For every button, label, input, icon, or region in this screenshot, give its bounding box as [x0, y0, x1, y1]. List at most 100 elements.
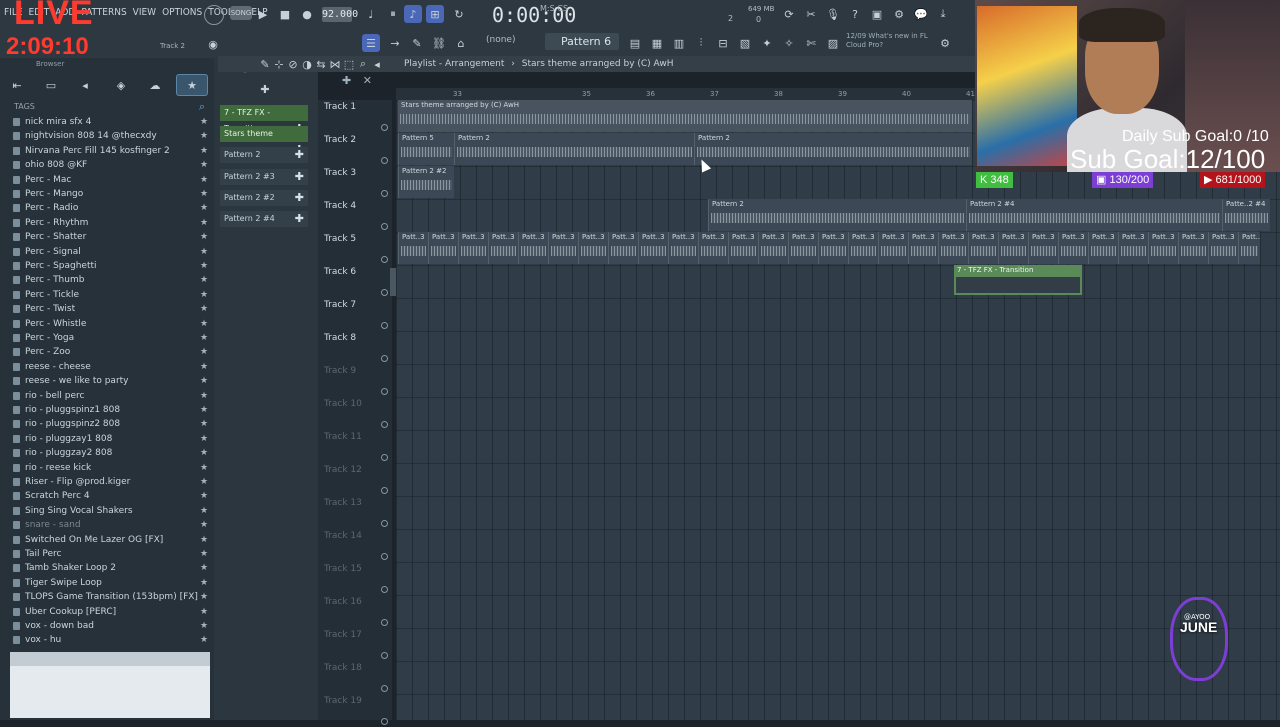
pattern-list-item[interactable]: Pattern 2 #4 ✚: [220, 211, 308, 227]
pattern-list-item[interactable]: Pattern 2 #3 ✚: [220, 168, 308, 185]
step-edit-icon[interactable]: ♪: [404, 5, 422, 23]
record-mode-icon[interactable]: [204, 5, 224, 25]
add-track-icon[interactable]: ✚: [342, 74, 351, 87]
pattern-clip[interactable]: Patt..3: [668, 232, 698, 264]
track-header[interactable]: Track 8: [318, 331, 392, 364]
snap-select[interactable]: (none): [486, 35, 515, 45]
help-icon[interactable]: ?: [846, 5, 864, 23]
track-header[interactable]: Track 17: [318, 628, 392, 661]
pattern-clip[interactable]: Patt..3: [758, 232, 788, 264]
pattern-clip[interactable]: Pattern 2: [708, 199, 966, 231]
pattern-clip[interactable]: Patt..3: [728, 232, 758, 264]
close-tracks-icon[interactable]: ✕: [363, 74, 372, 87]
pattern-clip[interactable]: Patt..3: [818, 232, 848, 264]
stop-icon[interactable]: ■: [276, 5, 294, 23]
pattern-clip[interactable]: Patt..3: [1148, 232, 1178, 264]
track-mute-icon[interactable]: [381, 190, 388, 197]
browser-plugin-icon[interactable]: ◂: [76, 76, 94, 94]
browser-item[interactable]: Tamb Shaker Loop 2 ★: [0, 561, 212, 575]
browser-item[interactable]: TLOPS Game Transition (153bpm) [FX] ★: [0, 590, 212, 604]
browser-item[interactable]: Perc - Zoo ★: [0, 345, 212, 359]
pattern-clip[interactable]: Patt..3: [638, 232, 668, 264]
browser-item[interactable]: reese - cheese ★: [0, 360, 212, 374]
browser-item[interactable]: Scratch Perc 4 ★: [0, 489, 212, 503]
track-mute-icon[interactable]: [381, 355, 388, 362]
pattern-clip[interactable]: Patt..3: [1178, 232, 1208, 264]
pattern-list-item[interactable]: Stars theme arrange..✚: [220, 126, 308, 156]
browser-item[interactable]: Perc - Spaghetti ★: [0, 259, 212, 273]
menu-options[interactable]: OPTIONS: [162, 7, 202, 18]
favorite-star-icon[interactable]: ★: [200, 129, 208, 143]
browser-item[interactable]: Switched On Me Lazer OG [FX] ★: [0, 533, 212, 547]
add-clip-icon[interactable]: ✚: [295, 190, 304, 206]
track-mute-icon[interactable]: [381, 652, 388, 659]
browser-item[interactable]: rio - pluggspinz2 808 ★: [0, 417, 212, 431]
tempo-display[interactable]: 92.000: [322, 7, 358, 22]
browser-item[interactable]: Perc - Mango ★: [0, 187, 212, 201]
favorite-star-icon[interactable]: ★: [200, 432, 208, 446]
favorite-star-icon[interactable]: ★: [200, 461, 208, 475]
pattern-clip[interactable]: Patt..3: [548, 232, 578, 264]
browser-search-icon[interactable]: ⌕: [196, 100, 208, 113]
browser-item[interactable]: nick mira sfx 4 ★: [0, 115, 212, 129]
browser-item[interactable]: rio - reese kick ★: [0, 461, 212, 475]
browser-back-icon[interactable]: ⇤: [8, 76, 26, 94]
mixer-icon[interactable]: ⫶: [692, 34, 710, 52]
pattern-clip[interactable]: Patt..3: [458, 232, 488, 264]
track-mute-icon[interactable]: [381, 388, 388, 395]
track-header[interactable]: Track 3: [318, 166, 392, 199]
playlist-snap-icon[interactable]: ☰: [362, 34, 380, 52]
pattern-clip[interactable]: Patt..3: [1208, 232, 1238, 264]
favorite-star-icon[interactable]: ★: [200, 144, 208, 158]
browser-item[interactable]: Perc - Thumb ★: [0, 273, 212, 287]
favorite-star-icon[interactable]: ★: [200, 446, 208, 460]
track-mute-icon[interactable]: [381, 718, 388, 725]
favorite-star-icon[interactable]: ★: [200, 475, 208, 489]
pattern-clip[interactable]: Patt..3: [998, 232, 1028, 264]
favorite-star-icon[interactable]: ★: [200, 504, 208, 518]
favorite-star-icon[interactable]: ★: [200, 547, 208, 561]
favorite-star-icon[interactable]: ★: [200, 201, 208, 215]
pattern-list-item[interactable]: 7 - TFZ FX - Transition✚: [220, 105, 308, 135]
favorite-star-icon[interactable]: ★: [200, 533, 208, 547]
automation-clip[interactable]: 7 - TFZ FX - Transition: [954, 265, 1082, 295]
browser-item[interactable]: Perc - Whistle ★: [0, 317, 212, 331]
track-header[interactable]: Track 12: [318, 463, 392, 496]
audio-clip[interactable]: Stars theme arranged by (C) AwH: [398, 100, 972, 132]
track-header[interactable]: Track 5: [318, 232, 392, 265]
chat-icon[interactable]: 💬: [912, 5, 930, 23]
track-header[interactable]: Track 14: [318, 529, 392, 562]
track-scroll-handle[interactable]: [390, 268, 396, 296]
track-mute-icon[interactable]: [381, 421, 388, 428]
arrow-right-icon[interactable]: →: [386, 34, 404, 52]
browser-item[interactable]: rio - pluggzay1 808 ★: [0, 432, 212, 446]
arrangement-name[interactable]: Stars theme arranged by (C) AwH: [522, 59, 674, 69]
pattern-clip[interactable]: Patt..3: [1028, 232, 1058, 264]
favorite-star-icon[interactable]: ★: [200, 187, 208, 201]
piano-roll-icon[interactable]: ▦: [648, 34, 666, 52]
pattern-selector[interactable]: Pattern 6: [545, 33, 619, 50]
favorite-star-icon[interactable]: ★: [200, 403, 208, 417]
play-icon[interactable]: ▶: [254, 5, 272, 23]
browser-item[interactable]: reese - we like to party ★: [0, 374, 212, 388]
add-clip-icon[interactable]: ✚: [295, 211, 304, 227]
pattern-clip[interactable]: Patt..3: [1118, 232, 1148, 264]
browser-item[interactable]: Uber Cookup [PERC] ★: [0, 605, 212, 619]
pattern-clip[interactable]: Patte..2 #4: [1222, 199, 1270, 231]
loop-record-icon[interactable]: ↻: [450, 5, 468, 23]
browser-item[interactable]: Perc - Twist ★: [0, 302, 212, 316]
browser-item[interactable]: rio - bell perc ★: [0, 389, 212, 403]
mic-icon[interactable]: 🎙: [824, 5, 842, 23]
browser-item[interactable]: Perc - Shatter ★: [0, 230, 212, 244]
favorite-star-icon[interactable]: ★: [200, 173, 208, 187]
favorite-star-icon[interactable]: ★: [200, 259, 208, 273]
track-header[interactable]: Track 19: [318, 694, 392, 727]
add-clip-icon[interactable]: ✚: [295, 169, 304, 185]
favorite-star-icon[interactable]: ★: [200, 302, 208, 316]
favorite-star-icon[interactable]: ★: [200, 360, 208, 374]
track-header[interactable]: Track 9: [318, 364, 392, 397]
track-mute-icon[interactable]: [381, 223, 388, 230]
record-icon[interactable]: ●: [298, 5, 316, 23]
menu-view[interactable]: VIEW: [133, 7, 156, 18]
browser-item[interactable]: Perc - Radio ★: [0, 201, 212, 215]
